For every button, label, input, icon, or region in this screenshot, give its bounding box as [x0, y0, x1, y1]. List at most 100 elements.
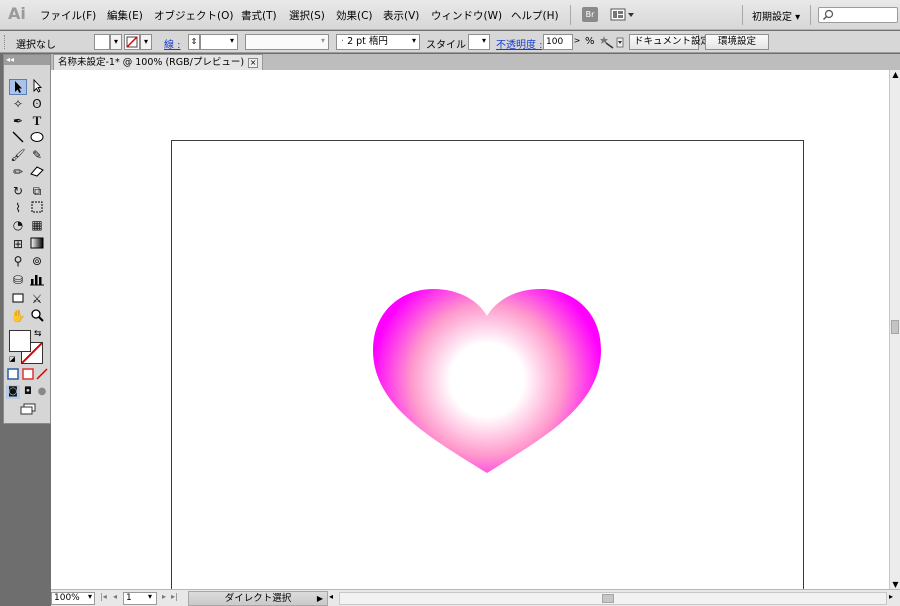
- artboard-dropdown-icon[interactable]: ▾: [148, 592, 152, 601]
- line-segment-tool-icon[interactable]: [9, 130, 27, 146]
- search-field[interactable]: [818, 7, 898, 23]
- scroll-down-arrow-icon[interactable]: ▼: [891, 580, 900, 589]
- opacity-label-link[interactable]: 不透明度 :: [496, 36, 543, 51]
- menu-bar: Ai ファイル(F) 編集(E) オブジェクト(O) 書式(T) 選択(S) 効…: [0, 0, 900, 30]
- menu-separator: [570, 5, 571, 25]
- scroll-up-arrow-icon[interactable]: ▲: [891, 70, 900, 79]
- style-dropdown[interactable]: ▾: [478, 34, 490, 50]
- next-artboard-icon[interactable]: ▸: [162, 592, 166, 601]
- ellipse-tool-icon[interactable]: [28, 130, 46, 146]
- vertical-scrollbar[interactable]: ▲ ▼: [889, 70, 900, 589]
- direct-selection-tool-icon[interactable]: [28, 78, 46, 95]
- document-tab[interactable]: 名称未設定-1* @ 100% (RGB/プレビュー) ×: [53, 54, 264, 70]
- blob-brush-tool-icon[interactable]: ✎: [28, 147, 46, 163]
- current-tool-label: ダイレクト選択: [224, 593, 292, 604]
- mesh-tool-icon[interactable]: ⊞: [9, 236, 27, 252]
- horizontal-scroll-thumb[interactable]: [602, 594, 614, 603]
- menu-file[interactable]: ファイル(F): [40, 8, 96, 23]
- tools-panel-collapse[interactable]: ◂◂: [4, 55, 50, 65]
- brush-definition-label: 2 pt 楕円: [347, 36, 388, 47]
- arrange-documents-icon[interactable]: [610, 7, 636, 22]
- variable-width-dropdown[interactable]: ▾: [317, 34, 329, 50]
- close-tab-icon[interactable]: ×: [248, 58, 259, 68]
- last-artboard-icon[interactable]: ▸|: [171, 592, 178, 601]
- draw-inside-icon[interactable]: ●: [35, 385, 49, 399]
- stroke-swatch[interactable]: [124, 34, 140, 50]
- draw-behind-icon[interactable]: ◘: [21, 385, 35, 399]
- app-logo: Ai: [8, 4, 26, 23]
- swap-fill-stroke-icon[interactable]: ⇆: [34, 329, 42, 339]
- lasso-tool-icon[interactable]: ʘ: [28, 96, 46, 112]
- opacity-popup-arrow[interactable]: >: [571, 34, 583, 50]
- preferences-button[interactable]: 環境設定: [705, 34, 769, 50]
- perspective-grid-tool-icon[interactable]: ▦: [28, 217, 46, 233]
- horizontal-scrollbar[interactable]: [339, 592, 887, 605]
- free-transform-tool-icon[interactable]: [28, 200, 46, 216]
- heart-shape[interactable]: [371, 288, 603, 474]
- rotate-tool-icon[interactable]: ↻: [9, 183, 27, 199]
- paintbrush-tool-icon[interactable]: 🖌: [9, 147, 27, 163]
- canvas-area[interactable]: [51, 70, 889, 589]
- brush-dot: ·: [341, 36, 345, 47]
- draw-normal-icon[interactable]: ◙: [6, 385, 20, 399]
- change-screen-mode-icon[interactable]: [18, 403, 38, 417]
- document-settings-button[interactable]: ドキュメント設定: [629, 34, 710, 50]
- scale-tool-icon[interactable]: ⧉: [28, 183, 46, 199]
- menu-effect[interactable]: 効果(C): [336, 8, 373, 23]
- stroke-dropdown[interactable]: ▾: [140, 34, 152, 50]
- default-fill-stroke-icon[interactable]: ◪: [9, 355, 18, 364]
- opacity-input[interactable]: 100: [543, 34, 573, 50]
- status-info-field[interactable]: ダイレクト選択 ▶: [188, 591, 328, 606]
- hand-tool-icon[interactable]: ✋: [9, 308, 27, 324]
- artboard-tool-icon[interactable]: [9, 291, 27, 307]
- pen-tool-icon[interactable]: ✒: [9, 113, 27, 129]
- search-icon: [823, 9, 834, 20]
- scroll-right-arrow-icon[interactable]: ▸: [889, 592, 893, 601]
- selection-tool-icon[interactable]: [9, 79, 27, 95]
- eraser-tool-icon[interactable]: [28, 164, 46, 180]
- zoom-dropdown-icon[interactable]: ▾: [88, 592, 92, 601]
- column-graph-tool-icon[interactable]: [28, 272, 46, 288]
- fill-color-box[interactable]: [9, 330, 31, 352]
- eyedropper-tool-icon[interactable]: ⚲: [9, 253, 27, 269]
- stroke-weight-dropdown[interactable]: ▾: [226, 34, 238, 50]
- document-tab-bar: 名称未設定-1* @ 100% (RGB/プレビュー) ×: [51, 54, 900, 70]
- workspace-switcher[interactable]: 初期設定 ▾: [752, 8, 800, 23]
- symbol-sprayer-tool-icon[interactable]: ⛁: [9, 272, 27, 288]
- menu-object[interactable]: オブジェクト(O): [154, 8, 233, 23]
- bridge-icon[interactable]: Br: [582, 7, 598, 22]
- menu-select[interactable]: 選択(S): [289, 8, 325, 23]
- vertical-scroll-thumb[interactable]: [891, 320, 899, 334]
- status-menu-arrow-icon[interactable]: ▶: [317, 592, 323, 605]
- opacity-percent: %: [585, 36, 595, 47]
- recolor-artwork-icon[interactable]: [600, 35, 624, 49]
- magic-wand-tool-icon[interactable]: ✧: [9, 96, 27, 112]
- none-mode-icon[interactable]: [35, 368, 49, 382]
- menu-window[interactable]: ウィンドウ(W): [431, 8, 502, 23]
- menu-view[interactable]: 表示(V): [383, 8, 419, 23]
- blend-tool-icon[interactable]: ⊚: [28, 253, 46, 269]
- type-tool-icon[interactable]: T: [28, 113, 46, 129]
- scroll-left-arrow-icon[interactable]: ◂: [329, 592, 333, 601]
- shape-builder-tool-icon[interactable]: ◔: [9, 217, 27, 233]
- pencil-tool-icon[interactable]: ✏: [9, 164, 27, 180]
- gradient-tool-icon[interactable]: [28, 236, 46, 252]
- gradient-mode-icon[interactable]: [21, 368, 35, 382]
- slice-tool-icon[interactable]: ⚔: [28, 291, 46, 307]
- fill-swatch[interactable]: [94, 34, 110, 50]
- warp-tool-icon[interactable]: ⌇: [9, 200, 27, 216]
- first-artboard-icon[interactable]: |◂: [100, 592, 107, 601]
- stroke-label-link[interactable]: 線 :: [164, 36, 181, 51]
- menu-help[interactable]: ヘルプ(H): [511, 8, 559, 23]
- style-label: スタイル :: [426, 40, 473, 51]
- color-mode-icon[interactable]: [6, 368, 20, 382]
- zoom-tool-icon[interactable]: [28, 308, 46, 324]
- menu-type[interactable]: 書式(T): [241, 8, 277, 23]
- stroke-weight-stepper[interactable]: ⇕: [188, 34, 200, 50]
- fill-dropdown[interactable]: ▾: [110, 34, 122, 50]
- menu-edit[interactable]: 編集(E): [107, 8, 143, 23]
- previous-artboard-icon[interactable]: ◂: [113, 592, 117, 601]
- brush-dropdown[interactable]: ▾: [408, 34, 420, 50]
- selection-status: 選択なし: [16, 40, 56, 51]
- no-stroke-icon: [126, 36, 138, 48]
